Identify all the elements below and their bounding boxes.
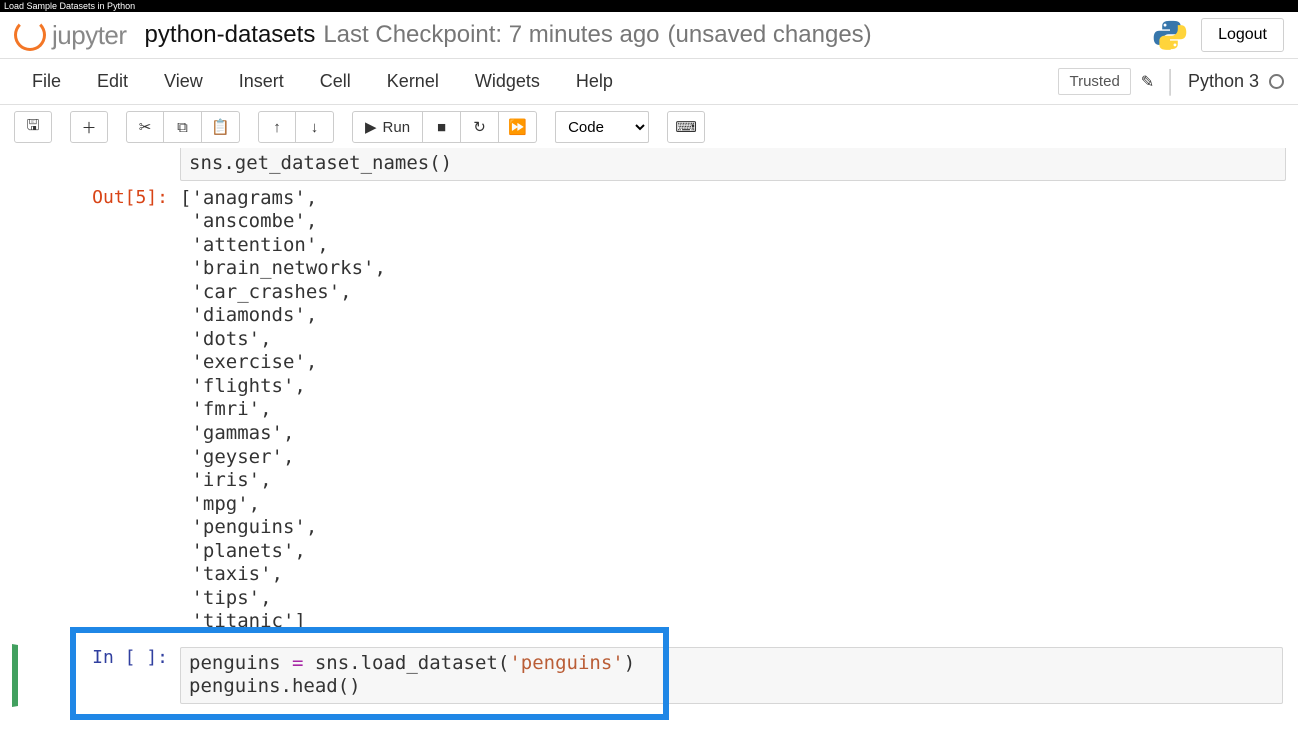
menu-widgets[interactable]: Widgets	[457, 63, 558, 100]
cut-button[interactable]: ✂	[126, 111, 164, 143]
input-prompt: In [ ]:	[20, 647, 180, 668]
jupyter-icon	[14, 19, 46, 51]
separator: │	[1164, 69, 1178, 95]
move-up-button[interactable]: ↑	[258, 111, 296, 143]
move-down-button[interactable]: ↓	[296, 111, 334, 143]
paste-icon: 📋	[211, 118, 230, 136]
menu-bar: File Edit View Insert Cell Kernel Widget…	[0, 59, 1298, 105]
code-text: sns.get_dataset_names()	[189, 152, 1277, 176]
play-icon: ▶	[365, 118, 377, 136]
toolbar: 🖫 ＋ ✂ ⧉ 📋 ↑ ↓ ▶ Run ■ ↻ ⏩ Code ⌨	[0, 105, 1298, 150]
add-cell-button[interactable]: ＋	[70, 111, 108, 143]
output-prompt: Out[5]:	[12, 187, 180, 208]
paste-button[interactable]: 📋	[202, 111, 240, 143]
trusted-indicator[interactable]: Trusted	[1058, 68, 1130, 95]
fast-forward-button[interactable]: ⏩	[499, 111, 537, 143]
code-cell-partial[interactable]: sns.get_dataset_names()	[12, 148, 1286, 181]
pencil-icon[interactable]: ✎	[1141, 72, 1154, 92]
cell-type-select[interactable]: Code	[555, 111, 649, 143]
command-palette-button[interactable]: ⌨	[667, 111, 705, 143]
restart-button[interactable]: ↻	[461, 111, 499, 143]
output-text: ['anagrams', 'anscombe', 'attention', 'b…	[180, 187, 386, 634]
run-button[interactable]: ▶ Run	[352, 111, 423, 143]
keyboard-icon: ⌨	[675, 118, 697, 136]
unsaved-indicator: (unsaved changes)	[668, 21, 872, 49]
output-cell: Out[5]: ['anagrams', 'anscombe', 'attent…	[12, 187, 1286, 634]
header-bar: jupyter python-datasets Last Checkpoint:…	[0, 12, 1298, 59]
logout-button[interactable]: Logout	[1201, 18, 1284, 52]
menu-view[interactable]: View	[146, 63, 221, 100]
jupyter-logo[interactable]: jupyter	[14, 19, 127, 51]
save-button[interactable]: 🖫	[14, 111, 52, 143]
notebook-area: sns.get_dataset_names() Out[5]: ['anagra…	[0, 148, 1298, 727]
run-label: Run	[383, 119, 411, 136]
code-line-2: penguins.head()	[189, 675, 1274, 699]
menu-help[interactable]: Help	[558, 63, 631, 100]
copy-icon: ⧉	[177, 119, 188, 136]
restart-icon: ↻	[473, 118, 486, 136]
menu-kernel[interactable]: Kernel	[369, 63, 457, 100]
copy-button[interactable]: ⧉	[164, 111, 202, 143]
checkpoint-text: Last Checkpoint: 7 minutes ago	[323, 21, 659, 49]
kernel-status-icon	[1269, 74, 1284, 89]
arrow-down-icon: ↓	[311, 119, 319, 136]
notebook-title-area: python-datasets Last Checkpoint: 7 minut…	[145, 21, 872, 49]
code-input-area[interactable]: sns.get_dataset_names()	[180, 148, 1286, 181]
code-input-area[interactable]: penguins = sns.load_dataset('penguins') …	[180, 647, 1283, 704]
stop-icon: ■	[437, 119, 446, 136]
selected-code-cell[interactable]: In [ ]: penguins = sns.load_dataset('pen…	[12, 644, 1286, 707]
video-caption: Load Sample Datasets in Python	[0, 0, 1298, 12]
python-logo-icon	[1153, 18, 1187, 52]
notebook-name[interactable]: python-datasets	[145, 21, 316, 49]
fast-forward-icon: ⏩	[508, 118, 527, 136]
menu-edit[interactable]: Edit	[79, 63, 146, 100]
code-line-1: penguins = sns.load_dataset('penguins')	[189, 652, 1274, 676]
kernel-name[interactable]: Python 3	[1188, 71, 1259, 92]
plus-icon: ＋	[81, 117, 96, 138]
menu-cell[interactable]: Cell	[302, 63, 369, 100]
scissors-icon: ✂	[139, 118, 152, 136]
stop-button[interactable]: ■	[423, 111, 461, 143]
jupyter-logo-text: jupyter	[52, 20, 127, 51]
menu-file[interactable]: File	[14, 63, 79, 100]
arrow-up-icon: ↑	[273, 119, 281, 136]
save-icon: 🖫	[27, 115, 40, 140]
menu-insert[interactable]: Insert	[221, 63, 302, 100]
